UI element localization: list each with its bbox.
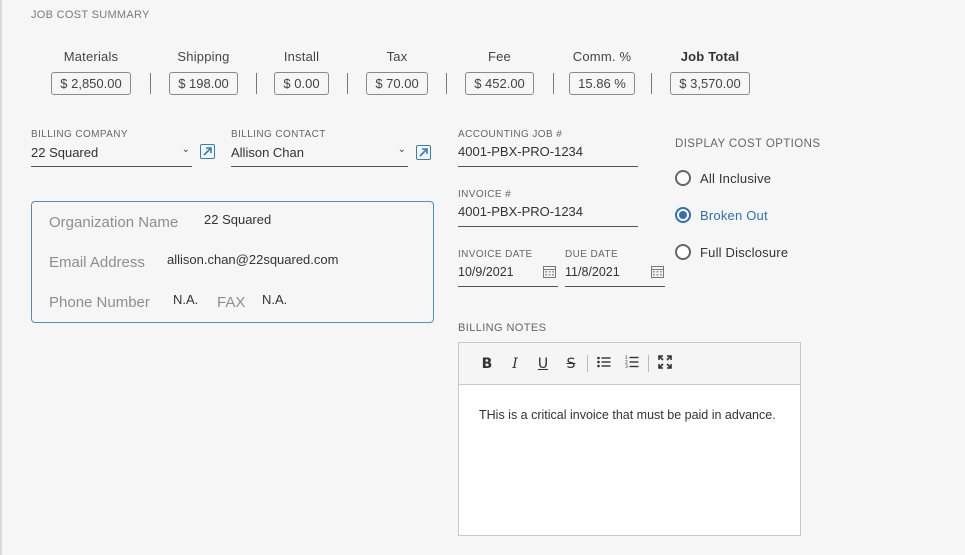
cost-label: Job Total [680,49,740,64]
phone-label: Phone Number [49,294,150,311]
divider [256,73,257,94]
calendar-icon[interactable] [543,265,556,283]
radio-circle[interactable] [675,244,691,260]
bulleted-list-icon[interactable] [590,356,618,372]
numbered-list-icon[interactable]: 123 [618,355,646,372]
billing-notes-editor: B I U S 123 THis is a critical invoice t… [458,342,801,536]
email-label: Email Address [49,254,145,271]
due-date-label: DUE DATE [565,249,619,260]
svg-text:3: 3 [625,364,628,368]
billing-company-select[interactable]: 22 Squared ⌄ [31,144,192,162]
underline [458,166,638,167]
display-options-title: DISPLAY COST OPTIONS [675,138,821,150]
radio-all-inclusive[interactable]: All Inclusive [675,170,771,186]
fullscreen-icon[interactable] [651,354,679,373]
phone-value: N.A. [173,292,199,307]
accounting-job-label: ACCOUNTING JOB # [458,129,563,140]
divider [150,73,151,94]
open-company-icon[interactable] [200,144,215,159]
divider [553,73,554,94]
cost-label: Fee [487,49,511,64]
contact-card: Organization Name 22 Squared Email Addre… [31,201,434,323]
cost-install: Install $ 0.00 [271,49,332,95]
toolbar-divider [648,355,649,372]
toolbar-divider [587,355,588,372]
open-contact-icon[interactable] [416,145,431,160]
cost-label: Install [283,49,320,64]
section-title: JOB COST SUMMARY [31,9,150,21]
underline [458,286,558,287]
cost-label: Comm. % [572,49,632,64]
cost-label: Materials [63,49,119,64]
accounting-job-input[interactable]: 4001-PBX-PRO-1234 [458,144,638,159]
editor-content[interactable]: THis is a critical invoice that must be … [459,385,800,445]
cost-value[interactable]: $ 198.00 [169,72,238,95]
chevron-down-icon[interactable]: ⌄ [182,144,190,155]
fax-value: N.A. [262,292,288,307]
underline [458,226,638,227]
bold-button[interactable]: B [473,356,501,372]
radio-label: All Inclusive [700,170,772,186]
divider [651,73,652,94]
divider [347,73,348,94]
cost-label: Tax [386,49,408,64]
cost-fee: Fee $ 452.00 [462,49,537,95]
cost-value[interactable]: $ 70.00 [366,72,428,95]
strikethrough-button[interactable]: S [557,356,585,372]
billing-company-value: 22 Squared [31,145,99,160]
billing-contact-select[interactable]: Allison Chan ⌄ [231,144,408,162]
cost-label: Shipping [177,49,230,64]
radio-broken-out[interactable]: Broken Out [675,207,768,223]
calendar-icon[interactable] [651,265,664,283]
radio-label: Broken Out [700,207,768,223]
cost-value[interactable]: $ 3,570.00 [670,72,750,95]
cost-commission: Comm. % 15.86 % [569,49,635,95]
cost-job-total: Job Total $ 3,570.00 [667,49,753,95]
cost-value[interactable]: $ 2,850.00 [51,72,131,95]
editor-toolbar: B I U S 123 [459,343,800,385]
org-name-label: Organization Name [49,214,179,231]
email-value: allison.chan@22squared.com [167,252,339,267]
cost-value[interactable]: 15.86 % [569,72,635,95]
radio-circle[interactable] [675,170,691,186]
underline [31,166,192,167]
italic-button[interactable]: I [501,356,529,372]
billing-contact-value: Allison Chan [231,145,304,160]
billing-company-label: BILLING COMPANY [31,129,128,140]
cost-value[interactable]: $ 452.00 [465,72,534,95]
invoice-date-input[interactable]: 10/9/2021 [458,265,514,279]
underline [231,166,408,167]
radio-circle[interactable] [675,207,691,223]
invoice-input[interactable]: 4001-PBX-PRO-1234 [458,204,638,219]
radio-full-disclosure[interactable]: Full Disclosure [675,244,788,260]
cost-value[interactable]: $ 0.00 [274,72,329,95]
radio-label: Full Disclosure [700,244,789,260]
cost-shipping: Shipping $ 198.00 [167,49,240,95]
org-name-value: 22 Squared [204,212,272,227]
due-date-input[interactable]: 11/8/2021 [565,265,620,279]
chevron-down-icon[interactable]: ⌄ [398,144,406,155]
billing-notes-label: BILLING NOTES [458,322,547,334]
underline-button[interactable]: U [529,356,557,372]
underline [565,286,665,287]
fax-label: FAX [217,294,246,311]
cost-tax: Tax $ 70.00 [364,49,430,95]
invoice-date-label: INVOICE DATE [458,249,533,260]
invoice-label: INVOICE # [458,189,512,200]
divider [446,73,447,94]
billing-contact-label: BILLING CONTACT [231,129,326,140]
cost-materials: Materials $ 2,850.00 [47,49,135,95]
